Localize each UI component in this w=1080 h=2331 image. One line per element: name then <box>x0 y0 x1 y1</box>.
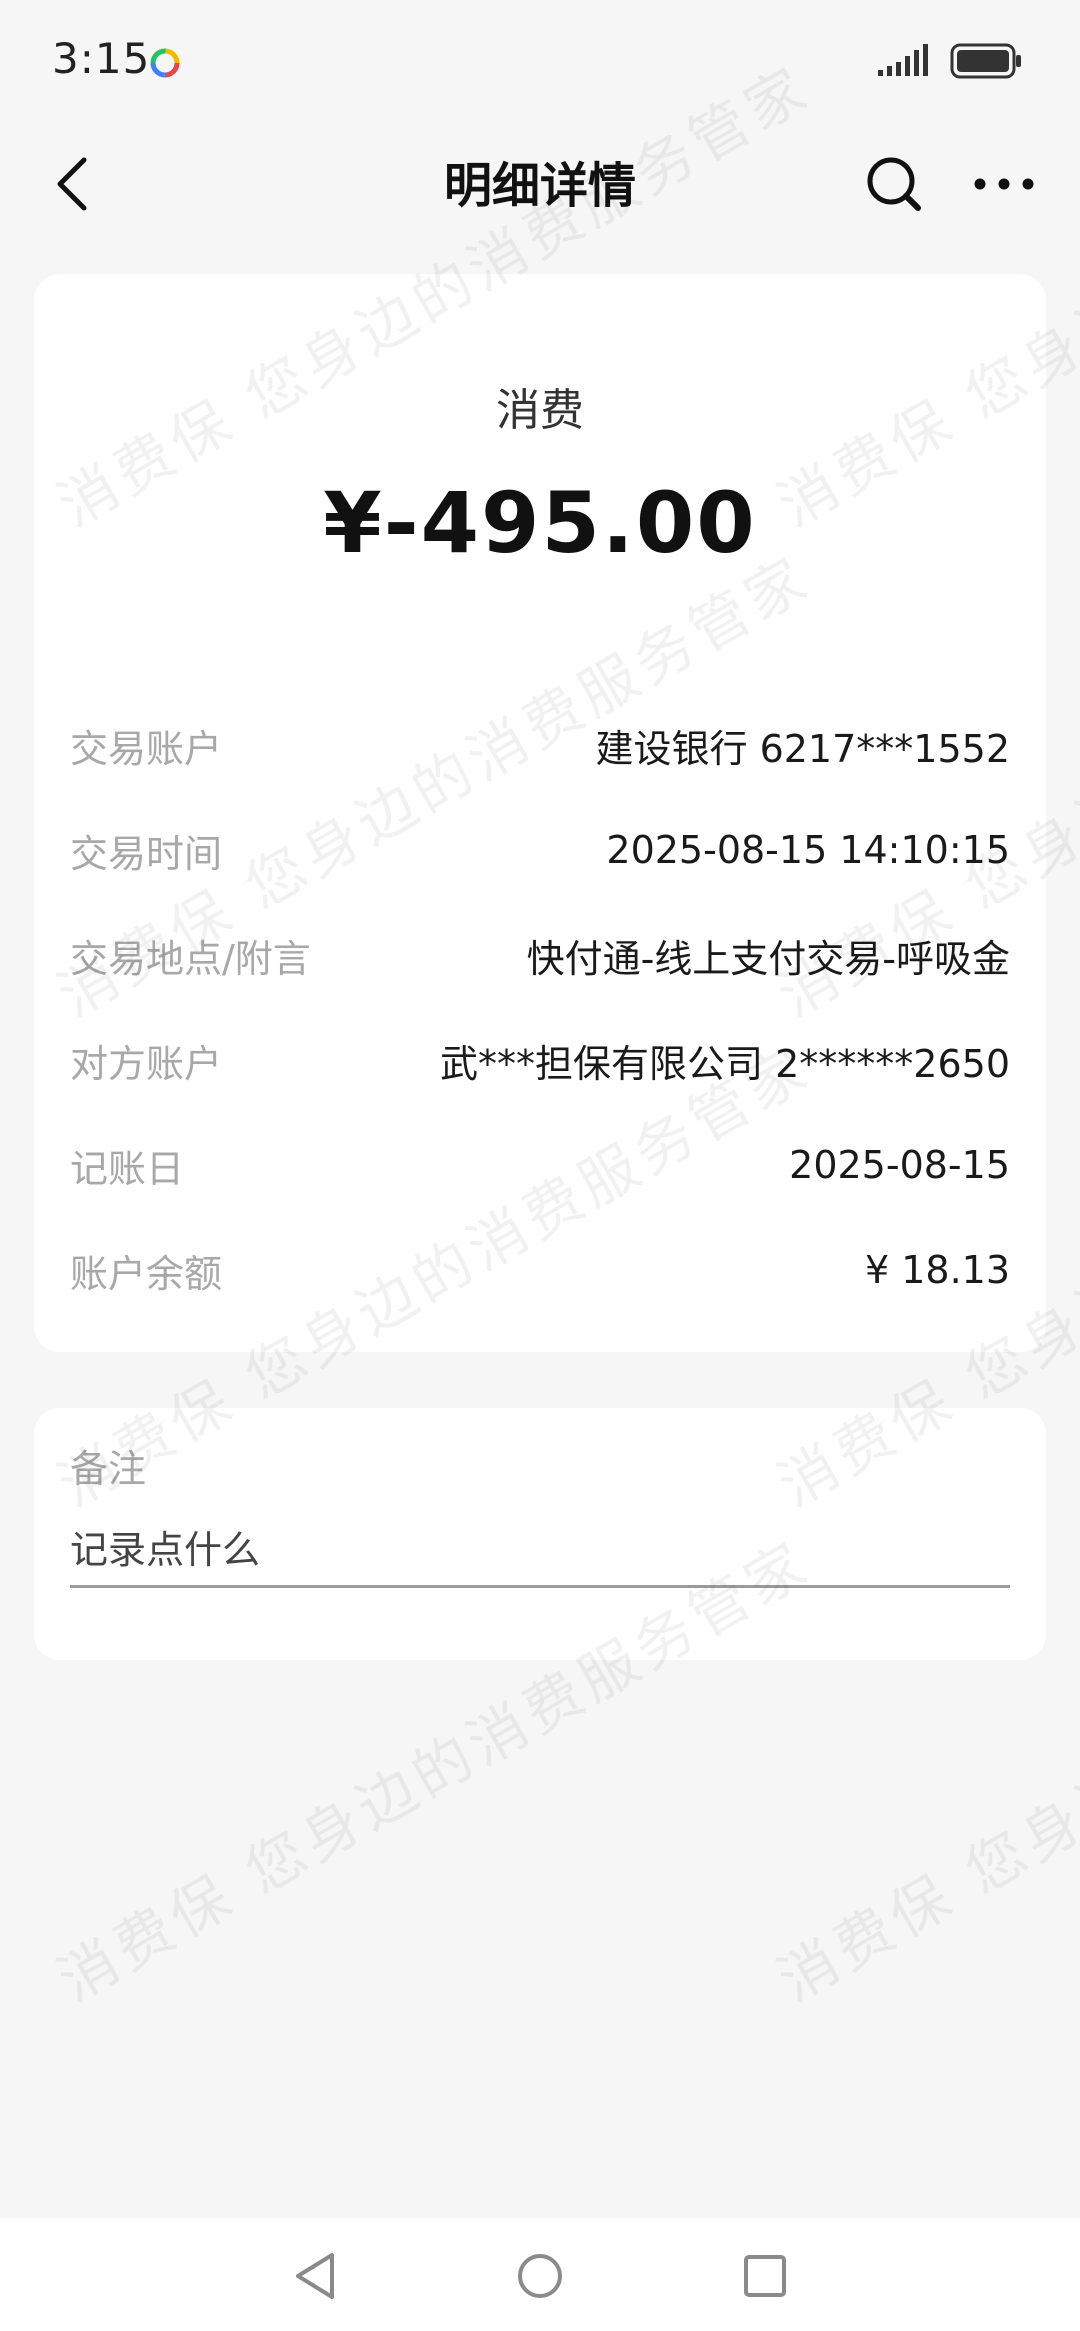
signal-icon <box>878 44 928 76</box>
transaction-type: 消费 <box>496 385 584 436</box>
nav-recents-icon <box>744 2255 786 2297</box>
detail-label: 对方账户 <box>70 1041 223 1086</box>
detail-row-time: 交易时间 2025-08-15 14:10:15 <box>70 810 1010 890</box>
detail-label: 交易账户 <box>70 726 223 771</box>
detail-row-location: 交易地点/附言 快付通-线上支付交易-呼吸金 <box>70 915 1010 995</box>
nav-back-button[interactable] <box>275 2236 355 2316</box>
header: 明细详情 <box>0 120 1080 244</box>
detail-value: 2025-08-15 <box>789 1143 1010 1187</box>
detail-row-balance: 账户余额 ¥ 18.13 <box>70 1230 1010 1310</box>
nav-home-button[interactable] <box>500 2236 580 2316</box>
detail-row-counterparty: 对方账户 武***担保有限公司 2******2650 <box>70 1020 1010 1100</box>
detail-value: 2025-08-15 14:10:15 <box>606 828 1010 872</box>
detail-label: 交易时间 <box>70 831 223 876</box>
search-icon <box>867 157 921 211</box>
detail-value: 建设银行 6217***1552 <box>595 726 1011 771</box>
battery-icon <box>950 43 1021 79</box>
detail-label: 账户余额 <box>70 1251 223 1296</box>
detail-value: 武***担保有限公司 2******2650 <box>440 1041 1010 1086</box>
system-nav-bar <box>0 2218 1080 2331</box>
nav-home-icon <box>518 2254 562 2298</box>
detail-value: 快付通-线上支付交易-呼吸金 <box>526 936 1010 981</box>
more-button[interactable] <box>968 148 1040 220</box>
status-time: 3:15 <box>52 34 151 83</box>
search-button[interactable] <box>858 148 930 220</box>
note-card: 备注 记录点什么 <box>34 1408 1046 1660</box>
app-notification-icon <box>150 48 180 78</box>
note-title: 备注 <box>70 1447 147 1491</box>
transaction-detail-card: 消费 ¥-495.00 交易账户 建设银行 6217***1552 交易时间 2… <box>34 274 1046 1352</box>
note-input[interactable]: 记录点什么 <box>70 1508 1010 1588</box>
status-bar: 3:15 <box>0 0 1080 120</box>
note-placeholder: 记录点什么 <box>70 1528 261 1572</box>
more-icon <box>974 178 1034 190</box>
transaction-amount: ¥-495.00 <box>323 474 757 572</box>
detail-value: ¥ 18.13 <box>864 1248 1010 1292</box>
nav-recents-button[interactable] <box>725 2236 805 2316</box>
detail-label: 交易地点/附言 <box>70 936 311 981</box>
detail-row-posting-date: 记账日 2025-08-15 <box>70 1125 1010 1205</box>
nav-back-icon <box>296 2253 334 2299</box>
detail-row-account: 交易账户 建设银行 6217***1552 <box>70 705 1010 785</box>
detail-label: 记账日 <box>70 1146 185 1191</box>
